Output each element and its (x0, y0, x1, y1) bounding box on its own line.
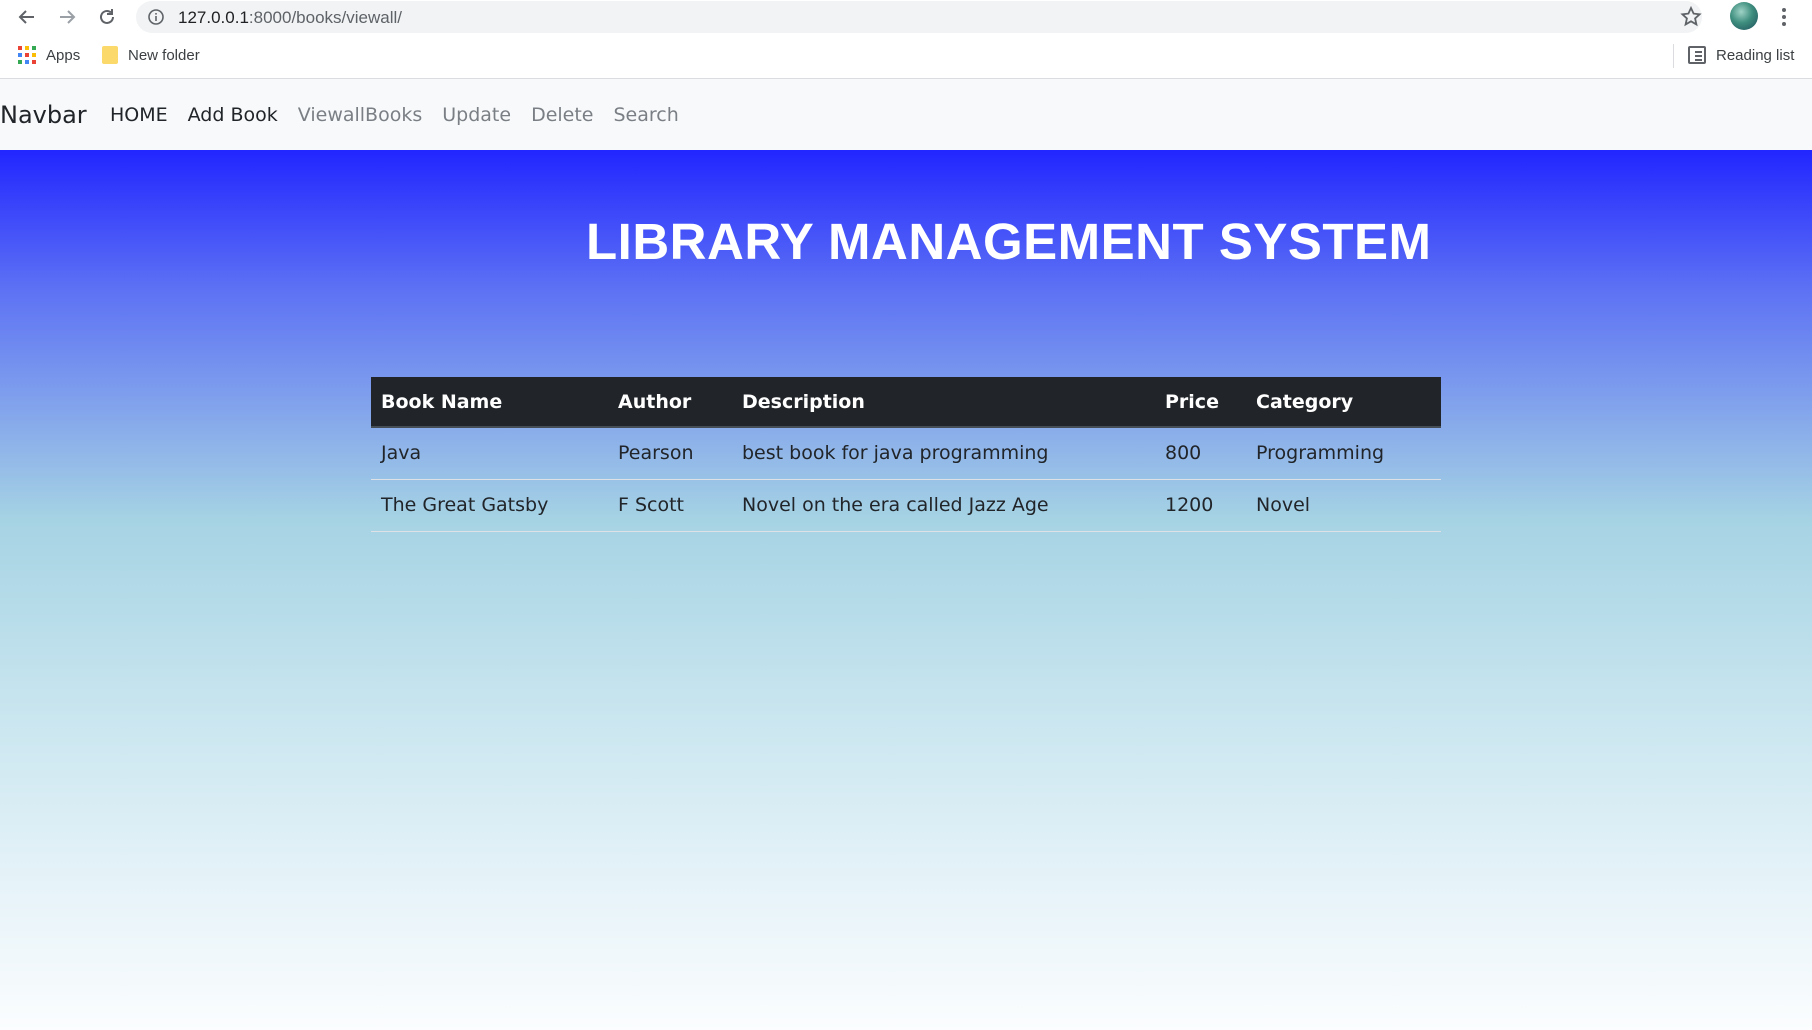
main-section: LIBRARY MANAGEMENT SYSTEM Book Name Auth… (0, 150, 1812, 1030)
bookmark-label: New folder (128, 46, 200, 64)
books-table: Book Name Author Description Price Categ… (371, 377, 1441, 532)
url-path: :8000/books/viewall/ (248, 8, 402, 27)
menu-dot-icon (1782, 15, 1786, 19)
table-row: Java Pearson best book for java programm… (371, 427, 1441, 480)
table-header: Book Name Author Description Price Categ… (371, 377, 1441, 428)
navbar-brand[interactable]: Navbar (0, 101, 87, 129)
arrow-right-icon (60, 10, 76, 24)
column-header-author: Author (608, 377, 732, 428)
cell-book-name: Java (371, 427, 608, 480)
bookmark-star-icon[interactable] (1680, 6, 1702, 28)
menu-dot-icon (1782, 22, 1786, 26)
apps-grid-icon (18, 46, 36, 64)
cell-price: 1200 (1155, 479, 1246, 532)
table-body: Java Pearson best book for java programm… (371, 427, 1441, 532)
reading-list-icon (1688, 46, 1706, 64)
nav-link-viewall-books[interactable]: ViewallBooks (298, 104, 422, 126)
cell-category: Programming (1246, 427, 1441, 480)
cell-author: F Scott (608, 479, 732, 532)
arrow-left-icon (18, 10, 34, 24)
reading-list-button[interactable]: Reading list (1688, 46, 1794, 64)
table-header-row: Book Name Author Description Price Categ… (371, 377, 1441, 428)
profile-avatar[interactable] (1730, 2, 1758, 30)
navbar: Navbar HOME Add Book ViewallBooks Update… (0, 79, 1812, 150)
page-title: LIBRARY MANAGEMENT SYSTEM (586, 213, 1432, 270)
back-button[interactable] (14, 4, 40, 30)
browser-toolbar: 127.0.0.1:8000/books/viewall/ (0, 0, 1812, 34)
reading-list-label: Reading list (1716, 46, 1795, 64)
column-header-category: Category (1246, 377, 1441, 428)
column-header-book-name: Book Name (371, 377, 608, 428)
cell-category: Novel (1246, 479, 1441, 532)
url-text[interactable]: 127.0.0.1:8000/books/viewall/ (178, 8, 402, 28)
nav-link-add-book[interactable]: Add Book (188, 104, 278, 126)
menu-dot-icon (1782, 8, 1786, 12)
folder-icon (102, 46, 118, 64)
bookmarks-divider (1673, 44, 1674, 68)
column-header-price: Price (1155, 377, 1246, 428)
cell-description: best book for java programming (732, 427, 1155, 480)
info-icon[interactable] (148, 9, 164, 25)
page-content: Navbar HOME Add Book ViewallBooks Update… (0, 79, 1812, 1030)
cell-book-name: The Great Gatsby (371, 479, 608, 532)
cell-price: 800 (1155, 427, 1246, 480)
bookmark-new-folder[interactable]: New folder (102, 46, 200, 64)
cell-description: Novel on the era called Jazz Age (732, 479, 1155, 532)
nav-link-delete[interactable]: Delete (531, 104, 593, 126)
cell-author: Pearson (608, 427, 732, 480)
column-header-description: Description (732, 377, 1155, 428)
nav-link-home[interactable]: HOME (110, 104, 168, 126)
table-row: The Great Gatsby F Scott Novel on the er… (371, 479, 1441, 532)
url-host: 127.0.0.1 (178, 8, 249, 27)
nav-link-search[interactable]: Search (614, 104, 679, 126)
reload-icon (100, 9, 114, 24)
nav-links: HOME Add Book ViewallBooks Update Delete… (110, 104, 699, 126)
nav-link-update[interactable]: Update (442, 104, 511, 126)
bookmarks-bar: Apps New folder Reading list (0, 34, 1812, 79)
bookmark-label: Apps (46, 46, 81, 64)
reload-button[interactable] (94, 4, 120, 30)
forward-button[interactable] (54, 4, 80, 30)
bookmark-apps[interactable]: Apps (18, 46, 80, 64)
browser-menu-button[interactable] (1774, 5, 1794, 29)
address-bar[interactable]: 127.0.0.1:8000/books/viewall/ (136, 1, 1702, 33)
